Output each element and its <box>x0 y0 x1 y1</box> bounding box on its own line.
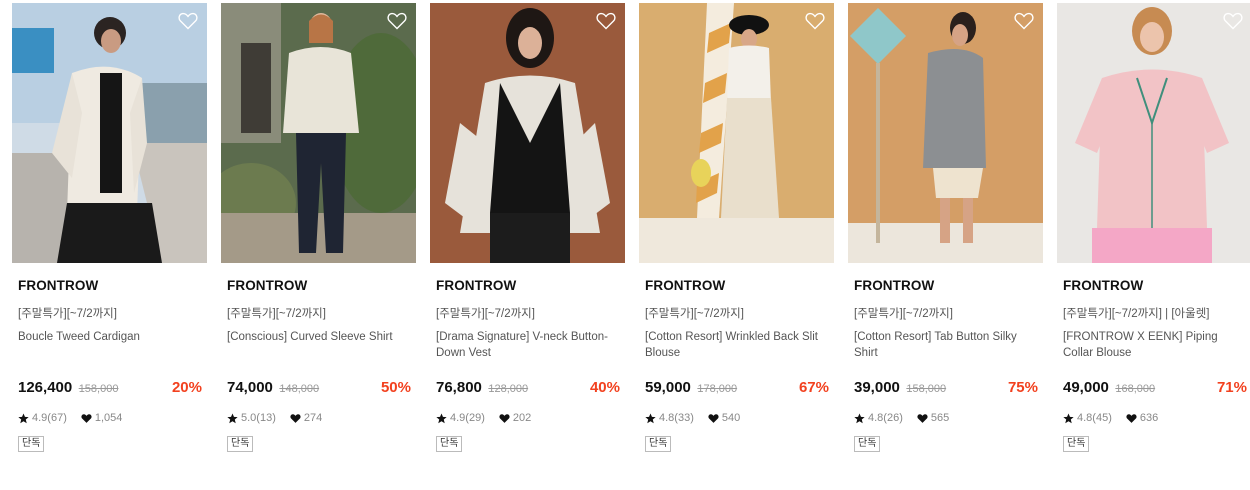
product-image[interactable] <box>221 3 416 263</box>
wishlist-heart-icon[interactable] <box>1014 12 1034 30</box>
star-icon <box>18 412 29 424</box>
exclusive-badge: 단독 <box>227 436 254 452</box>
original-price: 178,000 <box>697 383 738 395</box>
discount-rate: 50% <box>380 379 411 396</box>
price-row: 76,800 128,000 40% <box>436 379 620 399</box>
price-row: 59,000 178,000 67% <box>645 379 829 399</box>
brand-name[interactable]: FRONTROW <box>227 278 307 293</box>
wishlist-heart-icon[interactable] <box>1223 12 1243 30</box>
promo-tag: [주말특가][~7/2까지] <box>436 308 535 320</box>
brand-name[interactable]: FRONTROW <box>645 278 725 293</box>
price-row: 39,000 158,000 75% <box>854 379 1038 399</box>
product-image[interactable] <box>1057 3 1250 263</box>
star-icon <box>227 412 238 424</box>
wishlist-heart-icon[interactable] <box>805 12 825 30</box>
promo-tag: [주말특가][~7/2까지] <box>227 308 326 320</box>
product-meta: 4.8(33) 540 <box>645 412 740 424</box>
rating-text: 4.8(45) <box>1077 412 1112 424</box>
product-name[interactable]: [FRONTROW X EENK] Piping Collar Blouse <box>1063 329 1247 361</box>
discount-rate: 40% <box>589 379 620 396</box>
likes-count: 274 <box>303 412 323 424</box>
promo-tag: [주말특가][~7/2까지] | [아울렛] <box>1063 308 1210 320</box>
brand-name[interactable]: FRONTROW <box>1063 278 1143 293</box>
product-meta: 4.8(45) 636 <box>1063 412 1158 424</box>
sale-price: 39,000 <box>854 379 900 396</box>
brand-name[interactable]: FRONTROW <box>854 278 934 293</box>
wishlist-heart-icon[interactable] <box>178 12 198 30</box>
product-card[interactable]: FRONTROW [주말특가][~7/2까지] [Cotton Resort] … <box>639 3 834 473</box>
original-price: 158,000 <box>78 383 119 395</box>
promo-tag: [주말특가][~7/2까지] <box>854 308 953 320</box>
product-image[interactable] <box>12 3 207 263</box>
heart-filled-icon <box>917 413 928 424</box>
original-price: 168,000 <box>1115 383 1156 395</box>
exclusive-badge: 단독 <box>436 436 463 452</box>
likes-count: 636 <box>1139 412 1159 424</box>
price-row: 126,400 158,000 20% <box>18 379 202 399</box>
rating-text: 4.9(67) <box>32 412 67 424</box>
heart-filled-icon <box>499 413 510 424</box>
brand-name[interactable]: FRONTROW <box>18 278 98 293</box>
likes-count: 202 <box>512 412 532 424</box>
sale-price: 49,000 <box>1063 379 1109 396</box>
product-name[interactable]: [Cotton Resort] Wrinkled Back Slit Blous… <box>645 329 829 361</box>
sale-price: 76,800 <box>436 379 482 396</box>
heart-filled-icon <box>708 413 719 424</box>
product-image[interactable] <box>430 3 625 263</box>
heart-filled-icon <box>290 413 301 424</box>
product-card[interactable]: FRONTROW [주말특가][~7/2까지] | [아울렛] [FRONTRO… <box>1057 3 1250 473</box>
heart-filled-icon <box>81 413 92 424</box>
wishlist-heart-icon[interactable] <box>387 12 407 30</box>
promo-tag: [주말특가][~7/2까지] <box>18 308 117 320</box>
product-card[interactable]: FRONTROW [주말특가][~7/2까지] [Conscious] Curv… <box>221 3 416 473</box>
rating-text: 4.8(26) <box>868 412 903 424</box>
price-row: 49,000 168,000 71% <box>1063 379 1247 399</box>
rating-text: 4.9(29) <box>450 412 485 424</box>
product-meta: 4.8(26) 565 <box>854 412 949 424</box>
wishlist-heart-icon[interactable] <box>596 12 616 30</box>
original-price: 148,000 <box>279 383 320 395</box>
heart-filled-icon <box>1126 413 1137 424</box>
product-name[interactable]: [Cotton Resort] Tab Button Silky Shirt <box>854 329 1038 361</box>
likes-count: 1,054 <box>94 412 123 424</box>
likes-count: 565 <box>930 412 950 424</box>
star-icon <box>436 412 447 424</box>
brand-name[interactable]: FRONTROW <box>436 278 516 293</box>
product-card[interactable]: FRONTROW [주말특가][~7/2까지] [Drama Signature… <box>430 3 625 473</box>
product-card[interactable]: FRONTROW [주말특가][~7/2까지] Boucle Tweed Car… <box>12 3 207 473</box>
star-icon <box>645 412 656 424</box>
product-meta: 5.0(13) 274 <box>227 412 322 424</box>
product-image[interactable] <box>639 3 834 263</box>
product-name[interactable]: [Drama Signature] V-neck Button-Down Ves… <box>436 329 620 361</box>
product-card[interactable]: FRONTROW [주말특가][~7/2까지] [Cotton Resort] … <box>848 3 1043 473</box>
promo-tag: [주말특가][~7/2까지] <box>645 308 744 320</box>
rating-text: 5.0(13) <box>241 412 276 424</box>
product-name[interactable]: Boucle Tweed Cardigan <box>18 329 202 345</box>
exclusive-badge: 단독 <box>1063 436 1090 452</box>
discount-rate: 75% <box>1007 379 1038 396</box>
exclusive-badge: 단독 <box>18 436 45 452</box>
product-meta: 4.9(67) 1,054 <box>18 412 122 424</box>
star-icon <box>854 412 865 424</box>
sale-price: 126,400 <box>18 379 73 396</box>
exclusive-badge: 단독 <box>854 436 881 452</box>
rating-text: 4.8(33) <box>659 412 694 424</box>
original-price: 158,000 <box>906 383 947 395</box>
product-name[interactable]: [Conscious] Curved Sleeve Shirt <box>227 329 411 345</box>
price-row: 74,000 148,000 50% <box>227 379 411 399</box>
product-image[interactable] <box>848 3 1043 263</box>
product-grid: FRONTROW [주말특가][~7/2까지] Boucle Tweed Car… <box>0 0 1250 490</box>
sale-price: 59,000 <box>645 379 691 396</box>
discount-rate: 67% <box>798 379 829 396</box>
original-price: 128,000 <box>488 383 529 395</box>
sale-price: 74,000 <box>227 379 273 396</box>
exclusive-badge: 단독 <box>645 436 672 452</box>
likes-count: 540 <box>721 412 741 424</box>
product-meta: 4.9(29) 202 <box>436 412 531 424</box>
discount-rate: 20% <box>171 379 202 396</box>
star-icon <box>1063 412 1074 424</box>
discount-rate: 71% <box>1216 379 1247 396</box>
